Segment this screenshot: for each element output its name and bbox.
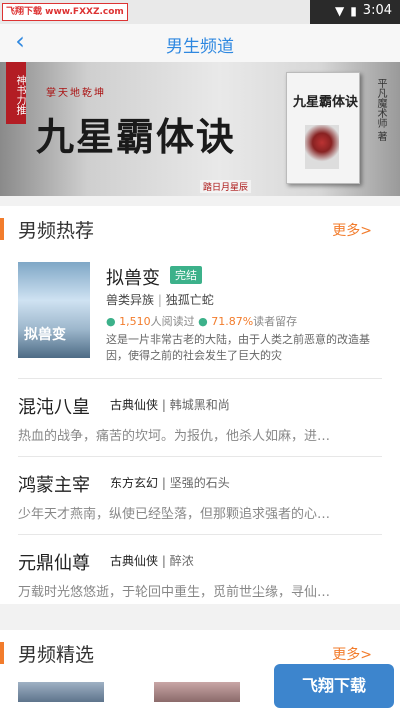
more-link[interactable]: 更多>: [332, 220, 372, 240]
top-bar: ‹ 男生频道: [0, 24, 400, 63]
book-title: 混沌八皇: [18, 397, 90, 418]
book-meta: 古典仙侠 | 韩城黑和尚: [110, 398, 230, 412]
section-accent: [0, 642, 4, 664]
book-description: 少年天才燕南，纵使已经坠落，但那颗追求强者的心…: [18, 507, 331, 522]
section-title: 男频热荐: [18, 220, 95, 242]
book-title: 拟兽变: [106, 268, 160, 289]
more-link[interactable]: 更多>: [332, 644, 372, 664]
page-title: 男生频道: [166, 37, 234, 57]
section-title: 男频精选: [18, 644, 95, 666]
banner-figure: [305, 125, 339, 169]
watermark-logo: 飞翔下载: [274, 664, 394, 708]
book-category: 古典仙侠: [110, 554, 159, 568]
banner-tagline: 踏日月星辰: [200, 180, 252, 193]
reader-count: 1,510: [119, 315, 151, 328]
wifi-icon: ▼: [334, 3, 345, 18]
book-title: 元鼎仙尊: [18, 553, 90, 574]
list-item[interactable]: 鸿蒙主宰 东方玄幻 | 坚强的石头 少年天才燕南，纵使已经坠落，但那颗追求强者的…: [18, 456, 382, 535]
list-item[interactable]: 混沌八皇 古典仙侠 | 韩城黑和尚 热血的战争，痛苦的坎坷。为报仇，他杀人如麻，…: [18, 378, 382, 457]
book-author: 坚强的石头: [169, 476, 230, 490]
status-badge: 完结: [170, 266, 202, 284]
book-category: 兽类异族: [106, 293, 155, 307]
book-cover[interactable]: [18, 682, 104, 702]
banner-ribbon: 神书力推: [6, 62, 26, 124]
book-meta: 东方玄幻 | 坚强的石头: [110, 476, 230, 490]
battery-icon: ▮: [350, 3, 357, 18]
status-bar: 飞翔下载 www.FXXZ.com ▼ ▮ 3:04: [0, 0, 400, 24]
book-cover[interactable]: [154, 682, 240, 702]
book-author: 独孤亡蛇: [165, 293, 214, 307]
retention-rate: 71.87%: [211, 315, 254, 328]
book-category: 东方玄幻: [110, 476, 159, 490]
section-accent: [0, 218, 4, 240]
book-stats: ● 1,510人阅读过 ● 71.87%读者留存: [106, 315, 298, 328]
book-description: 这是一片非常古老的大陆，由于人类之前恶意的改造基因，使得之前的社会发生了巨大的灾: [106, 333, 370, 362]
banner-book-title: 九星霸体诀: [293, 95, 359, 110]
book-category: 古典仙侠: [110, 398, 159, 412]
book-title: 鸿蒙主宰: [18, 475, 90, 496]
book-description: 万载时光悠悠逝，于轮回中重生，觅前世尘缘，寻仙…: [18, 585, 331, 600]
book-description: 热血的战争，痛苦的坎坷。为报仇，他杀人如麻，进…: [18, 429, 331, 444]
book-meta: 兽类异族 | 独孤亡蛇: [106, 293, 214, 307]
book-author: 韩城黑和尚: [169, 398, 230, 412]
watermark-badge: 飞翔下载 www.FXXZ.com: [2, 3, 128, 21]
recommend-section: 男频热荐 更多> 拟兽变 拟兽变 完结 兽类异族 | 独孤亡蛇 ● 1,510人…: [0, 206, 400, 604]
book-meta: 古典仙侠 | 醉浓: [110, 554, 194, 568]
cover-title: 拟兽变: [24, 327, 66, 343]
banner-book-cover: 九星霸体诀: [286, 72, 360, 184]
list-item[interactable]: 元鼎仙尊 古典仙侠 | 醉浓 万载时光悠悠逝，于轮回中重生，觅前世尘缘，寻仙…: [18, 534, 382, 613]
banner-author: 平凡魔术师 著: [375, 78, 386, 142]
banner-title: 九星霸体诀: [36, 114, 237, 159]
book-author: 醉浓: [169, 554, 194, 568]
book-cover: 拟兽变: [18, 262, 90, 358]
featured-book[interactable]: 拟兽变 拟兽变 完结 兽类异族 | 独孤亡蛇 ● 1,510人阅读过 ● 71.…: [18, 262, 382, 362]
promo-banner[interactable]: 神书力推 掌天地乾坤 九星霸体诀 踏日月星辰 九星霸体诀 平凡魔术师 著: [0, 62, 400, 196]
banner-subtitle: 掌天地乾坤: [46, 88, 106, 99]
clock: 3:04: [362, 3, 392, 18]
